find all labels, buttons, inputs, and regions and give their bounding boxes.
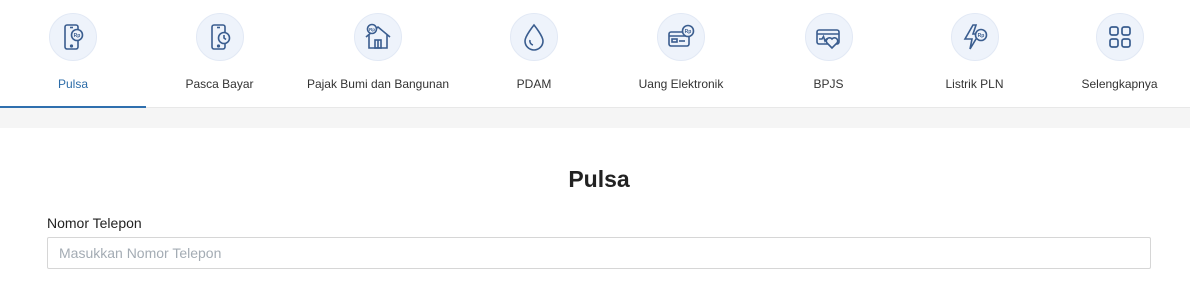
tab-pulsa[interactable]: Rp Pulsa [0, 0, 146, 109]
phone-number-input[interactable] [47, 237, 1151, 269]
tab-bpjs[interactable]: BPJS [757, 0, 900, 108]
phone-rp-icon: Rp [49, 13, 97, 61]
tab-label: Pulsa [57, 77, 89, 91]
svg-text:Rp: Rp [977, 33, 984, 39]
tab-label: Listrik PLN [945, 77, 1004, 91]
lightning-rp-icon: Rp [950, 13, 999, 61]
category-tabs: Rp Pulsa Pasca Bayar Rp Pajak Bumi dan B… [0, 0, 1190, 109]
tab-label: Pajak Bumi dan Bangunan [306, 77, 450, 91]
tab-listrik-pln[interactable]: Rp Listrik PLN [900, 0, 1049, 108]
tab-pajak-bumi-dan-bangunan[interactable]: Rp Pajak Bumi dan Bangunan [293, 0, 463, 108]
water-drop-icon [510, 13, 558, 61]
svg-text:Rp: Rp [74, 33, 81, 39]
tab-label: Selengkapnya [1081, 77, 1158, 91]
grid-icon [1095, 13, 1144, 61]
svg-text:Rp: Rp [685, 29, 692, 35]
tab-uang-elektronik[interactable]: Rp Uang Elektronik [605, 0, 757, 108]
section-divider [0, 108, 1190, 128]
tab-pasca-bayar[interactable]: Pasca Bayar [146, 0, 293, 108]
form-title: Pulsa [568, 166, 630, 192]
tab-label: BPJS [813, 77, 844, 91]
card-rp-icon: Rp [657, 13, 705, 61]
phone-clock-icon [195, 13, 244, 61]
tab-pdam[interactable]: PDAM [463, 0, 605, 108]
tab-label: Pasca Bayar [185, 77, 254, 91]
phone-field-label: Nomor Telepon [47, 215, 142, 231]
tab-selengkapnya[interactable]: Selengkapnya [1049, 0, 1190, 108]
health-card-icon [804, 13, 853, 61]
tab-label: Uang Elektronik [638, 77, 724, 91]
tab-label: PDAM [516, 77, 552, 91]
house-rp-icon: Rp [354, 13, 402, 61]
svg-text:Rp: Rp [369, 27, 375, 32]
